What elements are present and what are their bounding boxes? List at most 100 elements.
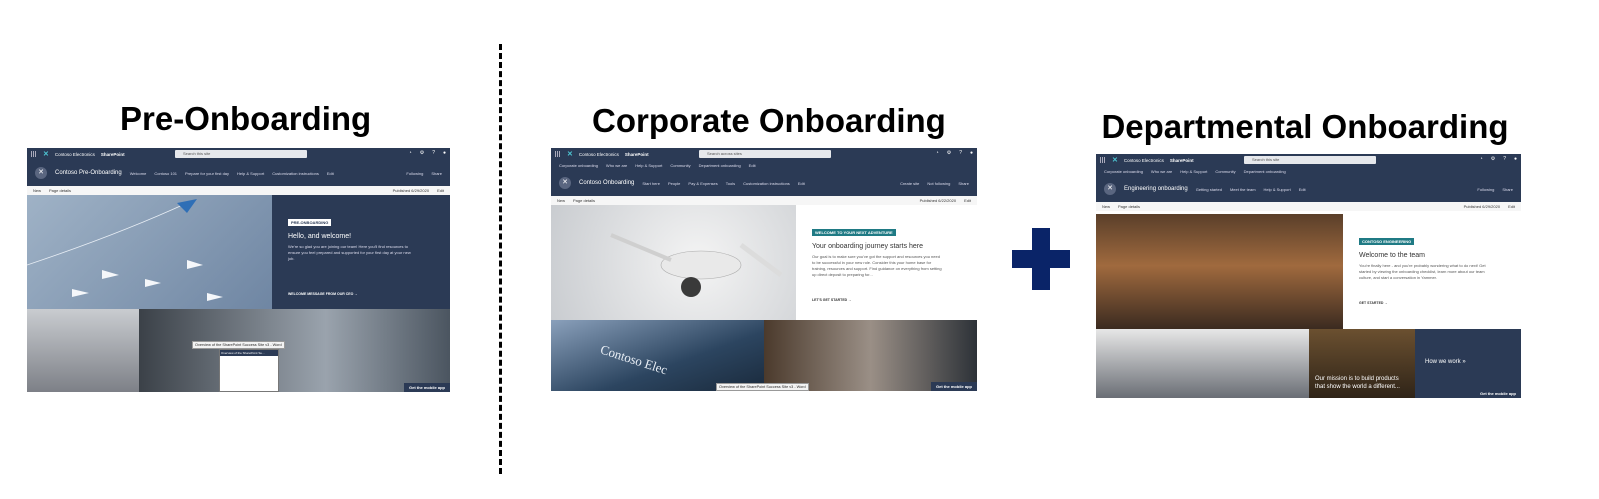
document-caption: Overview of the SharePoint Su... <box>220 350 278 356</box>
site-title[interactable]: Engineering onboarding <box>1124 186 1188 192</box>
edit-button[interactable]: Edit <box>1508 204 1515 209</box>
suite-icons: ◔ ⚙ ? ● <box>936 150 973 156</box>
mobile-app-button[interactable]: Get the mobile app <box>930 382 977 391</box>
app-name[interactable]: SharePoint <box>1170 158 1194 163</box>
page-details-button[interactable]: Page details <box>49 188 71 193</box>
bell-icon[interactable]: ◔ <box>936 150 939 156</box>
hub-nav-item[interactable]: Department onboarding <box>699 163 741 168</box>
published-date: Published 6/29/2020 <box>1463 204 1501 209</box>
nav-item[interactable]: Contoso 101 <box>154 171 177 176</box>
new-button[interactable]: New <box>1102 204 1110 209</box>
help-icon[interactable]: ? <box>1503 156 1506 162</box>
nav-item[interactable]: Start here <box>642 181 660 186</box>
nav-item[interactable]: Edit <box>327 171 334 176</box>
search-input[interactable]: Search this site <box>1244 156 1376 164</box>
not-following-button[interactable]: Not following <box>927 181 950 186</box>
mobile-app-button[interactable]: Get the mobile app <box>403 383 450 392</box>
document-tooltip: Overview of the SharePoint Success Site … <box>192 341 285 349</box>
following-button[interactable]: Following <box>1477 187 1494 192</box>
bell-icon[interactable]: ◔ <box>409 150 412 156</box>
hero-link[interactable]: WELCOME MESSAGE FROM OUR CEO → <box>288 292 434 296</box>
hub-nav-item[interactable]: Department onboarding <box>1244 169 1286 174</box>
nav-item[interactable]: Meet the team <box>1230 187 1256 192</box>
suite-bar: ✕ Contoso Electronics SharePoint Search … <box>27 148 450 160</box>
nav-item[interactable]: Tools <box>726 181 735 186</box>
hero-body: Our goal is to make sure you've got the … <box>812 254 942 277</box>
help-icon[interactable]: ? <box>959 150 962 156</box>
hero-link[interactable]: GET STARTED → <box>1359 301 1505 305</box>
hero-badge: WELCOME TO YOUR NEXT ADVENTURE <box>812 229 896 236</box>
site-logo-icon[interactable]: ✕ <box>559 177 571 189</box>
site-logo-icon[interactable]: ✕ <box>35 167 47 179</box>
app-name[interactable]: SharePoint <box>625 152 649 157</box>
suite-icons: ◔ ⚙ ? ● <box>409 150 446 156</box>
hero-image-office <box>1096 214 1343 329</box>
new-button[interactable]: New <box>557 198 565 203</box>
share-button[interactable]: Share <box>1502 187 1513 192</box>
page-details-button[interactable]: Page details <box>573 198 595 203</box>
hub-nav-item[interactable]: Who we are <box>1151 169 1172 174</box>
nav-item[interactable]: Edit <box>798 181 805 186</box>
corporate-onboarding-screenshot: ✕ Contoso Electronics SharePoint Search … <box>551 148 977 391</box>
contoso-logo-icon: ✕ <box>1112 157 1118 164</box>
suite-bar: ✕ Contoso Electronics SharePoint Search … <box>1096 154 1521 166</box>
hub-nav-item[interactable]: Corporate onboarding <box>559 163 598 168</box>
help-icon[interactable]: ? <box>432 150 435 156</box>
hub-nav-item[interactable]: Corporate onboarding <box>1104 169 1143 174</box>
nav-item[interactable]: Edit <box>1299 187 1306 192</box>
heading-departmental-onboarding: Departmental Onboarding <box>1101 108 1509 145</box>
how-we-work-tile[interactable]: How we work » Get the mobile app <box>1415 329 1521 398</box>
document-preview[interactable]: Overview of the SharePoint Su... <box>219 349 279 392</box>
gear-icon[interactable]: ⚙ <box>947 150 951 156</box>
search-input[interactable]: Search this site <box>175 150 307 158</box>
share-button[interactable]: Share <box>431 171 442 176</box>
smiling-woman-photo: Overview of the SharePoint Success Site … <box>716 320 977 391</box>
hero-title: Hello, and welcome! <box>288 233 352 240</box>
gear-icon[interactable]: ⚙ <box>420 150 424 156</box>
site-logo-icon[interactable]: ✕ <box>1104 183 1116 195</box>
share-button[interactable]: Share <box>958 181 969 186</box>
edit-button[interactable]: Edit <box>437 188 444 193</box>
nav-item[interactable]: Customization instructions <box>272 171 319 176</box>
nav-item[interactable]: Customization instructions <box>743 181 790 186</box>
avatar[interactable]: ● <box>1514 156 1517 162</box>
hub-navigation: Corporate onboarding Who we are Help & S… <box>1096 166 1521 176</box>
edit-button[interactable]: Edit <box>964 198 971 203</box>
hero-link[interactable]: LET'S GET STARTED → <box>812 298 961 302</box>
gear-icon[interactable]: ⚙ <box>1491 156 1495 162</box>
avatar[interactable]: ● <box>970 150 973 156</box>
nav-item[interactable]: People <box>668 181 680 186</box>
site-title[interactable]: Contoso Pre-Onboarding <box>55 170 122 176</box>
bell-icon[interactable]: ◔ <box>1480 156 1483 162</box>
nav-item[interactable]: Getting started <box>1196 187 1222 192</box>
search-input[interactable]: Search across sites <box>699 150 831 158</box>
nav-item[interactable]: Welcome <box>130 171 147 176</box>
app-launcher-icon[interactable] <box>555 151 561 157</box>
app-launcher-icon[interactable] <box>1100 157 1106 163</box>
site-title[interactable]: Contoso Onboarding <box>579 180 634 186</box>
mobile-app-button[interactable]: Get the mobile app <box>1475 389 1521 398</box>
team-photo <box>1096 329 1309 398</box>
page-details-button[interactable]: Page details <box>1118 204 1140 209</box>
following-button[interactable]: Following <box>406 171 423 176</box>
hub-nav-item[interactable]: Community <box>670 163 690 168</box>
create-site-button[interactable]: Create site <box>900 181 919 186</box>
document-tooltip: Overview of the SharePoint Success Site … <box>716 383 809 391</box>
app-launcher-icon[interactable] <box>31 151 37 157</box>
hub-nav-item[interactable]: Who we are <box>606 163 627 168</box>
hub-nav-item[interactable]: Edit <box>749 163 756 168</box>
office-photo <box>27 309 139 392</box>
contoso-logo-icon: ✕ <box>567 151 573 158</box>
avatar[interactable]: ● <box>443 150 446 156</box>
new-button[interactable]: New <box>33 188 41 193</box>
mission-photo: Our mission is to build products that sh… <box>1309 329 1415 398</box>
hero-badge: CONTOSO ENGINEERING <box>1359 238 1415 245</box>
hub-nav-item[interactable]: Help & Support <box>635 163 662 168</box>
nav-item[interactable]: Help & Support <box>1264 187 1291 192</box>
app-name[interactable]: SharePoint <box>101 152 125 157</box>
nav-item[interactable]: Pay & Expenses <box>688 181 717 186</box>
hub-nav-item[interactable]: Help & Support <box>1180 169 1207 174</box>
nav-item[interactable]: Prepare for your first day <box>185 171 229 176</box>
nav-item[interactable]: Help & Support <box>237 171 264 176</box>
hub-nav-item[interactable]: Community <box>1215 169 1235 174</box>
